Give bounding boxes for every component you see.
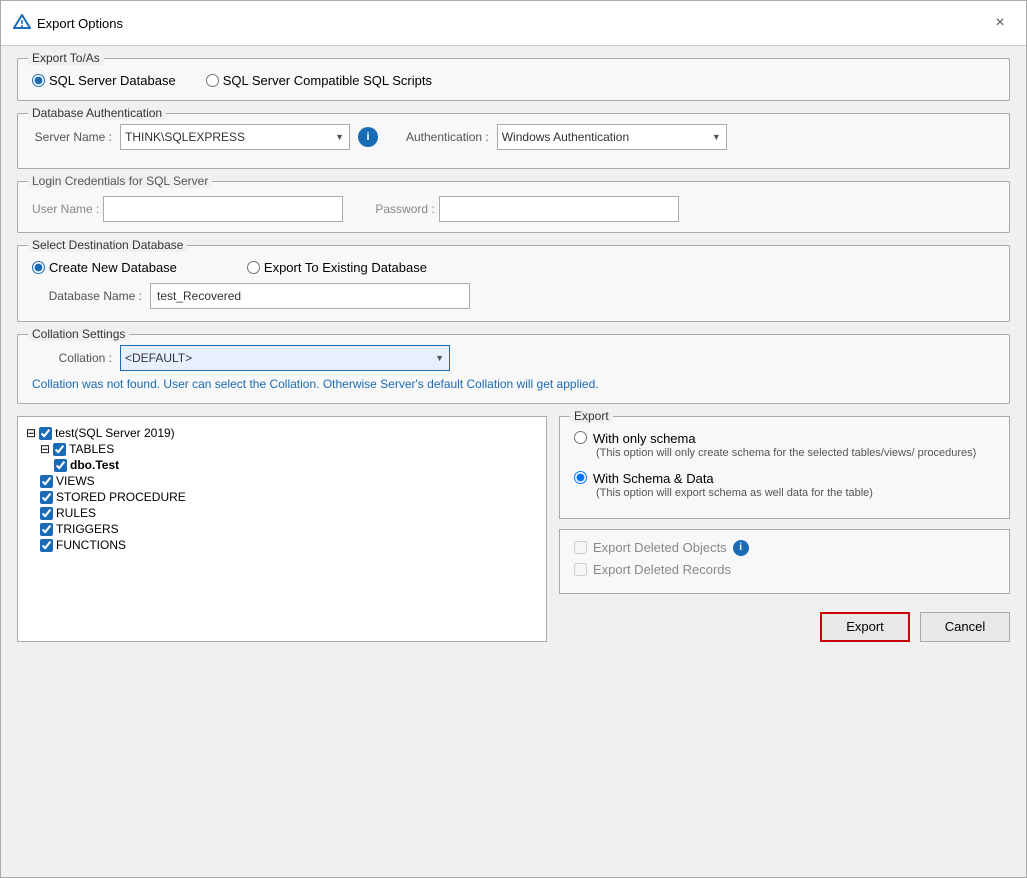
export-group: Export With only schema (This option wil…: [559, 416, 1010, 519]
export-option2: With Schema & Data (This option will exp…: [574, 467, 995, 501]
title-bar: Export Options ×: [1, 1, 1026, 46]
radio-sql-server-db[interactable]: SQL Server Database: [32, 73, 176, 88]
tree-item-views: VIEWS: [40, 473, 538, 489]
server-name-select[interactable]: THINK\SQLEXPRESS: [120, 124, 350, 150]
collation-select[interactable]: <DEFAULT>: [120, 345, 450, 371]
tree-item-stored-proc: STORED PROCEDURE: [40, 489, 538, 505]
db-name-label: Database Name :: [32, 289, 142, 303]
export-to-as-options: SQL Server Database SQL Server Compatibl…: [32, 69, 995, 88]
password-label: Password :: [375, 202, 434, 216]
export-group-label: Export: [570, 409, 613, 423]
export-deleted-records-checkbox[interactable]: [574, 563, 587, 576]
login-credentials-label: Login Credentials for SQL Server: [28, 174, 212, 188]
export-button[interactable]: Export: [820, 612, 910, 642]
bottom-section: ⊟ test(SQL Server 2019) ⊟ TABLES dbo.Tes…: [17, 416, 1010, 642]
tree-rules-checkbox[interactable]: [40, 507, 53, 520]
collation-info: Collation was not found. User can select…: [32, 377, 995, 391]
server-name-row: Server Name : THINK\SQLEXPRESS i Authent…: [32, 124, 995, 150]
tree-functions-group: FUNCTIONS: [40, 537, 538, 553]
export-deleted-objects-item: Export Deleted Objects i: [574, 540, 995, 556]
auth-select-wrapper: Windows Authentication: [497, 124, 727, 150]
collation-label: Collation Settings: [28, 327, 129, 341]
collation-field-label: Collation :: [32, 351, 112, 365]
server-info-icon[interactable]: i: [358, 127, 378, 147]
password-input[interactable]: [439, 196, 679, 222]
tree-item-triggers: TRIGGERS: [40, 521, 538, 537]
export-schema-data-desc: (This option will export schema as well …: [596, 486, 995, 501]
username-input[interactable]: [103, 196, 343, 222]
auth-label: Authentication :: [406, 130, 489, 144]
export-schema-only-radio[interactable]: [574, 431, 587, 444]
export-schema-data-radio[interactable]: [574, 471, 587, 484]
password-item: Password :: [375, 196, 678, 222]
collation-row: Collation : <DEFAULT>: [32, 345, 995, 371]
login-credentials-group: Login Credentials for SQL Server User Na…: [17, 181, 1010, 233]
export-option1: With only schema (This option will only …: [574, 427, 995, 461]
username-item: User Name :: [32, 196, 343, 222]
deleted-objects-info-icon[interactable]: i: [733, 540, 749, 556]
export-to-as-label: Export To/As: [28, 51, 104, 65]
tree-item-rules: RULES: [40, 505, 538, 521]
title-bar-left: Export Options: [13, 14, 123, 32]
server-name-label: Server Name :: [32, 130, 112, 144]
collation-group: Collation Settings Collation : <DEFAULT>…: [17, 334, 1010, 404]
tree-views-checkbox[interactable]: [40, 475, 53, 488]
tree-root-checkbox[interactable]: [39, 427, 52, 440]
export-options-dialog: Export Options × Export To/As SQL Server…: [0, 0, 1027, 878]
cancel-button[interactable]: Cancel: [920, 612, 1010, 642]
dialog-content: Export To/As SQL Server Database SQL Ser…: [1, 46, 1026, 877]
tree-stored-proc-group: STORED PROCEDURE: [40, 489, 538, 505]
tree-tables-checkbox[interactable]: [53, 443, 66, 456]
radio-existing-db[interactable]: Export To Existing Database: [247, 260, 427, 275]
radio-sql-scripts[interactable]: SQL Server Compatible SQL Scripts: [206, 73, 432, 88]
tree-root: ⊟ test(SQL Server 2019): [26, 425, 538, 441]
tree-item-dbotest: dbo.Test: [54, 457, 538, 473]
destination-options: Create New Database Export To Existing D…: [32, 256, 995, 275]
tree-dbotest-checkbox[interactable]: [54, 459, 67, 472]
export-deleted-records-item: Export Deleted Records: [574, 562, 995, 577]
tree-rules-group: RULES: [40, 505, 538, 521]
radio-create-new-db[interactable]: Create New Database: [32, 260, 177, 275]
db-name-input[interactable]: [150, 283, 470, 309]
deleted-section: Export Deleted Objects i Export Deleted …: [559, 529, 1010, 594]
tree-panel: ⊟ test(SQL Server 2019) ⊟ TABLES dbo.Tes…: [17, 416, 547, 642]
tree-triggers-checkbox[interactable]: [40, 523, 53, 536]
credentials-row: User Name : Password :: [32, 190, 995, 222]
database-auth-label: Database Authentication: [28, 106, 166, 120]
server-name-select-wrapper: THINK\SQLEXPRESS: [120, 124, 350, 150]
export-schema-only-desc: (This option will only create schema for…: [596, 446, 995, 461]
tree-tables-group: ⊟ TABLES dbo.Test: [40, 441, 538, 473]
auth-select[interactable]: Windows Authentication: [497, 124, 727, 150]
close-button[interactable]: ×: [986, 9, 1014, 37]
tree-dbotest-group: dbo.Test: [54, 457, 538, 473]
tree-item-functions: FUNCTIONS: [40, 537, 538, 553]
right-panel: Export With only schema (This option wil…: [559, 416, 1010, 642]
button-row: Export Cancel: [559, 604, 1010, 642]
tree-functions-checkbox[interactable]: [40, 539, 53, 552]
database-auth-group: Database Authentication Server Name : TH…: [17, 113, 1010, 169]
dialog-title: Export Options: [37, 16, 123, 31]
export-to-as-group: Export To/As SQL Server Database SQL Ser…: [17, 58, 1010, 101]
destination-db-group: Select Destination Database Create New D…: [17, 245, 1010, 322]
tree-stored-proc-checkbox[interactable]: [40, 491, 53, 504]
destination-db-label: Select Destination Database: [28, 238, 187, 252]
db-name-row: Database Name :: [32, 283, 995, 309]
tree-item-tables: ⊟ TABLES: [40, 441, 538, 457]
tree-triggers-group: TRIGGERS: [40, 521, 538, 537]
tree-views-group: VIEWS: [40, 473, 538, 489]
export-deleted-objects-checkbox[interactable]: [574, 541, 587, 554]
collation-select-wrapper: <DEFAULT>: [120, 345, 450, 371]
app-icon: [13, 14, 31, 32]
username-label: User Name :: [32, 202, 99, 216]
